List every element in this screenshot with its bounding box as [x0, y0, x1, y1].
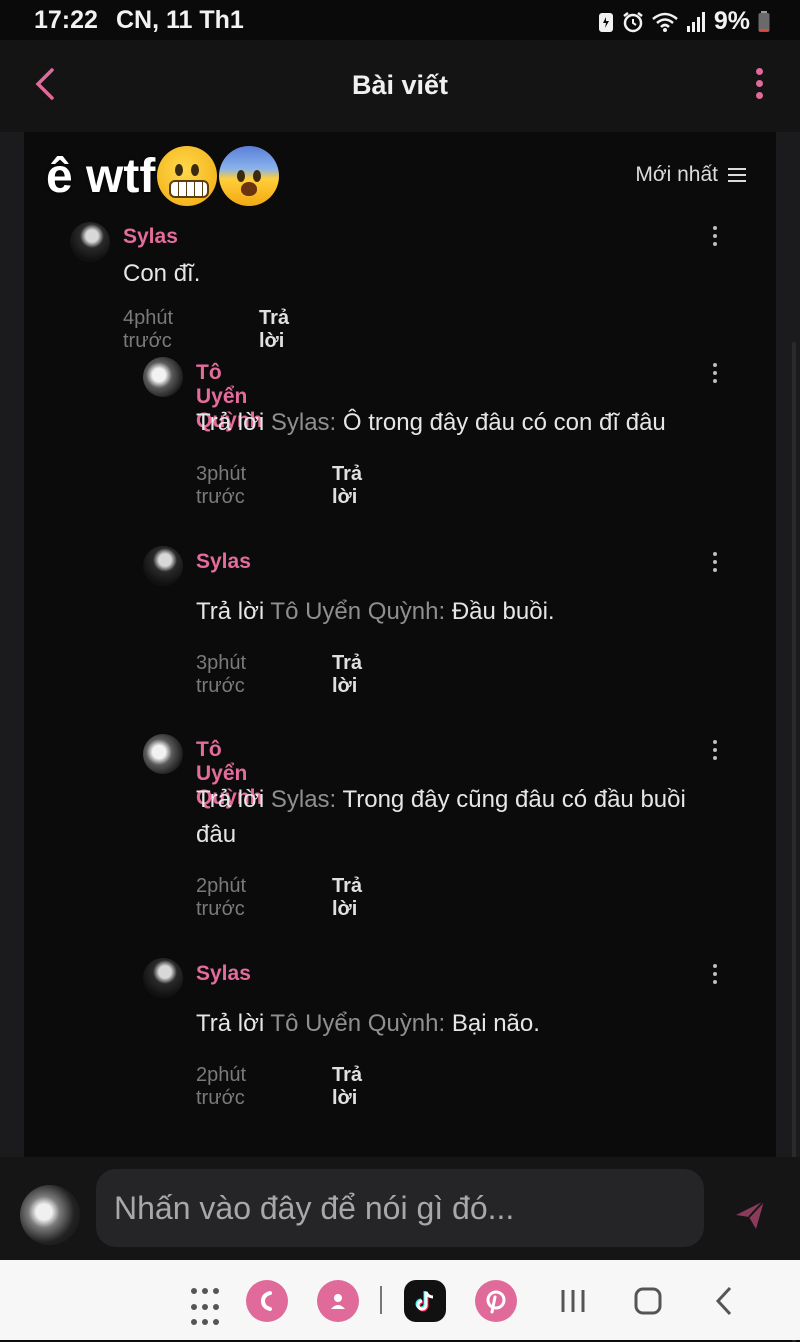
app-header: Bài viết: [0, 40, 800, 132]
pinterest-app-icon[interactable]: [475, 1280, 517, 1322]
sort-dropdown[interactable]: Mới nhất: [635, 163, 746, 187]
comment-text: Trả lời Sylas: Trong đây cũng đâu có đầu…: [196, 786, 686, 848]
avatar[interactable]: [143, 357, 183, 397]
comment-time: 4phút trước: [123, 307, 174, 352]
recents-icon[interactable]: [552, 1280, 594, 1322]
avatar[interactable]: [143, 546, 183, 586]
apps-grid-icon[interactable]: [186, 1283, 238, 1335]
comment-more-icon[interactable]: [712, 964, 718, 988]
comment-more-icon[interactable]: [712, 363, 718, 387]
comment-author[interactable]: Sylas: [123, 225, 178, 249]
comment-text: Trả lời Tô Uyển Quỳnh: Đầu buồi.: [196, 598, 555, 625]
reply-button[interactable]: Trả lời: [332, 652, 362, 698]
contacts-app-icon[interactable]: [317, 1280, 359, 1322]
battery-saver-icon: [598, 12, 613, 32]
comment-more-icon[interactable]: [712, 226, 718, 250]
nav-divider: [380, 1286, 382, 1314]
overlay-caption-text: ê wtf: [46, 149, 156, 203]
fearful-face-emoji-icon: [219, 146, 280, 206]
battery-icon: [758, 10, 770, 32]
comment-more-icon[interactable]: [712, 552, 718, 576]
avatar[interactable]: [143, 958, 183, 998]
current-user-avatar[interactable]: [20, 1185, 80, 1245]
tiktok-app-icon[interactable]: [404, 1280, 446, 1322]
comment-input-bar: [0, 1157, 800, 1260]
signal-icon: [686, 11, 705, 32]
sort-lines-icon: [728, 164, 746, 186]
status-time: 17:22: [34, 6, 98, 34]
phone-app-icon[interactable]: [246, 1280, 288, 1322]
system-nav-bar: [0, 1260, 800, 1340]
home-icon[interactable]: [627, 1280, 669, 1322]
reply-button[interactable]: Trả lời: [259, 307, 289, 353]
reply-button[interactable]: Trả lời: [332, 1064, 362, 1110]
send-icon[interactable]: [730, 1195, 770, 1235]
sort-label: Mới nhất: [635, 163, 718, 186]
mention-link[interactable]: Tô Uyển Quỳnh:: [270, 1010, 445, 1037]
comment-author[interactable]: Sylas: [196, 962, 251, 986]
more-options-icon[interactable]: [754, 68, 764, 104]
reply-button[interactable]: Trả lời: [332, 463, 362, 509]
mention-link[interactable]: Sylas:: [271, 409, 336, 436]
comment-more-icon[interactable]: [712, 740, 718, 764]
comment-time: 3phút trước: [196, 652, 247, 697]
page-title: Bài viết: [351, 70, 449, 100]
comment-text: Trả lời Tô Uyển Quỳnh: Bại não.: [196, 1010, 540, 1037]
alarm-icon: [623, 11, 643, 32]
panel-side-left: [0, 132, 24, 1157]
mention-link[interactable]: Tô Uyển Quỳnh:: [270, 598, 445, 625]
comment-author[interactable]: Sylas: [196, 550, 251, 574]
comment-time: 2phút trước: [196, 1064, 247, 1109]
avatar[interactable]: [143, 734, 183, 774]
status-icons: 9%: [598, 7, 770, 36]
reply-button[interactable]: Trả lời: [332, 875, 362, 921]
mention-link[interactable]: Sylas:: [271, 786, 336, 813]
comment-text: Trả lời Sylas: Ô trong đây đâu có con đĩ…: [196, 409, 666, 436]
back-icon[interactable]: [704, 1280, 746, 1322]
panel-side-right: [776, 132, 800, 1342]
comment-text: Con đĩ.: [123, 260, 201, 287]
wifi-icon: [652, 12, 678, 32]
comment-time: 3phút trước: [196, 463, 247, 508]
grimacing-face-emoji-icon: [157, 146, 218, 206]
comment-time: 2phút trước: [196, 875, 247, 920]
comment-input[interactable]: [96, 1169, 704, 1247]
status-date: CN, 11 Th1: [116, 6, 244, 34]
avatar[interactable]: [70, 222, 110, 262]
status-bar: 17:22 CN, 11 Th1 9%: [0, 0, 800, 40]
overlay-caption: ê wtf: [46, 146, 280, 206]
battery-percentage: 9%: [713, 7, 750, 35]
